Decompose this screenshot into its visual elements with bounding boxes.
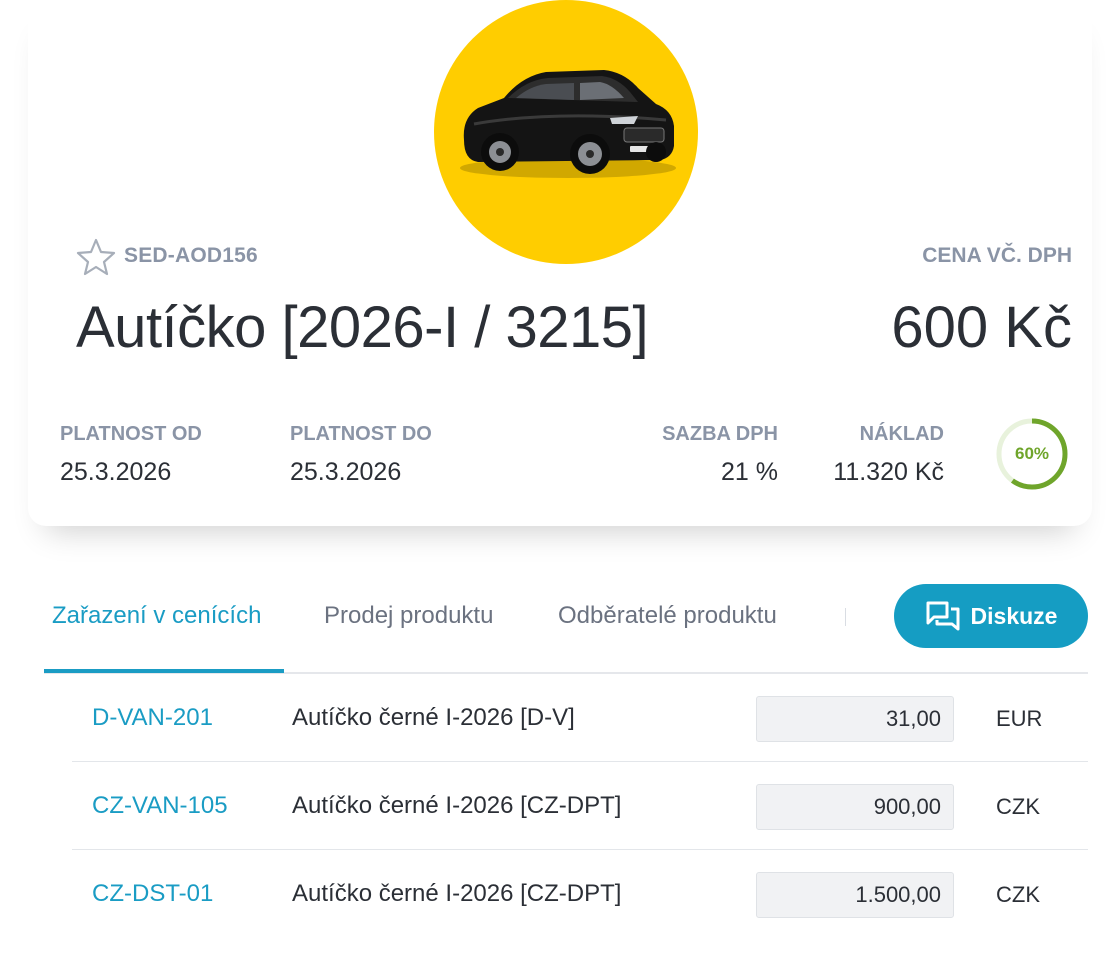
currency: CZK [996,882,1040,907]
tab-bar: Zařazení v cenících Prodej produktu Odbě… [44,582,1088,674]
currency: EUR [996,706,1043,731]
cost-label: NÁKLAD [859,423,944,445]
table-row: CZ-VAN-105 Autíčko černé I-2026 [CZ-DPT]… [72,762,1088,850]
price-list-item-name: Autíčko černé I-2026 [CZ-DPT] [292,880,622,907]
price-input[interactable] [756,696,954,742]
table-row: CZ-DST-01 Autíčko černé I-2026 [CZ-DPT] … [72,850,1088,938]
tab-price-lists[interactable]: Zařazení v cenících [52,602,261,630]
tab-product-sales[interactable]: Prodej produktu [324,602,493,630]
price-list-code[interactable]: D-VAN-201 [92,704,213,732]
valid-to-label: PLATNOST DO [290,423,432,445]
chat-bubbles-icon [926,601,960,631]
price-input[interactable] [756,784,954,830]
price-list-code[interactable]: CZ-VAN-105 [92,792,228,820]
price-input[interactable] [756,872,954,918]
margin-percent: 60% [1014,444,1050,463]
table-row: D-VAN-201 Autíčko černé I-2026 [D-V] EUR [72,674,1088,762]
car-image [460,70,676,178]
product-title: Autíčko [2026-I / 3215] [76,295,649,360]
valid-from-label: PLATNOST OD [60,423,202,445]
price-label: CENA VČ. DPH [922,244,1072,267]
product-image [434,0,698,264]
product-sku: SED-AOD156 [124,244,258,267]
currency: CZK [996,794,1040,819]
vat-value: 21 % [721,458,778,486]
price-list-item-name: Autíčko černé I-2026 [D-V] [292,704,575,731]
valid-to-value: 25.3.2026 [290,458,402,486]
tab-product-customers[interactable]: Odběratelé produktu [558,602,777,630]
discussion-button[interactable]: Diskuze [894,584,1088,648]
vat-label: SAZBA DPH [662,423,778,445]
cost-value: 11.320 Kč [833,458,944,486]
price-list-code[interactable]: CZ-DST-01 [92,880,213,908]
valid-from-value: 25.3.2026 [60,458,172,486]
star-outline-icon[interactable] [76,238,116,276]
discussion-button-label: Diskuze [970,602,1058,629]
product-price: 600 Kč [891,295,1072,360]
active-tab-indicator [44,669,284,673]
tab-separator [845,608,846,626]
price-list-item-name: Autíčko černé I-2026 [CZ-DPT] [292,792,622,819]
